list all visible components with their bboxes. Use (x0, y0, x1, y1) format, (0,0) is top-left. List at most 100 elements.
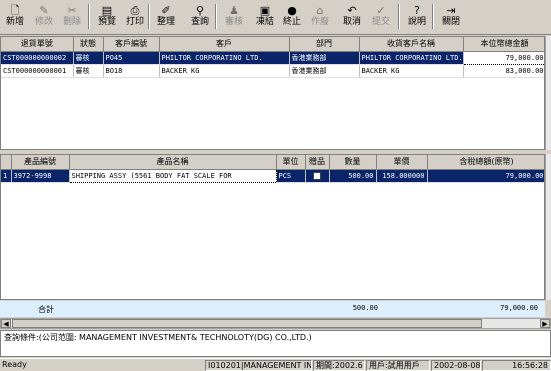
detail-cell[interactable]: 158.000000 (376, 169, 428, 183)
master-cell[interactable]: PHILTOR CORPORATINO LTD. (159, 51, 290, 65)
detail-cell[interactable]: 3972-9998 (11, 169, 70, 183)
master-cell[interactable]: 審核 (73, 51, 104, 65)
master-column-header[interactable]: 部門 (289, 37, 360, 52)
master-column-header[interactable]: 收貨客戶名稱 (359, 37, 464, 52)
toolbar-button-label: 凍結 (255, 17, 274, 27)
master-cell[interactable]: CST000000000002 (1, 51, 74, 65)
detail-column-header[interactable]: 數量 (329, 155, 377, 170)
detail-column-header[interactable]: 產品名稱 (69, 155, 277, 170)
scroll-right-icon[interactable]: ▶ (540, 319, 550, 328)
master-cell[interactable]: PO45 (103, 51, 160, 65)
master-column-header[interactable]: 客戶 (159, 37, 290, 52)
detail-table-row[interactable]: 1 3972-9998 SHIPPING ASSY (5561 BODY FAT S… (1, 168, 544, 183)
master-vscroll[interactable] (545, 36, 551, 150)
status-date: 2002-08-08 (431, 360, 481, 371)
toolbar-button-label: 關閉 (441, 17, 460, 27)
horizontal-scrollbar[interactable]: ◀ ▶ (0, 318, 551, 329)
toolbar-button-label: 預覽 (97, 17, 116, 27)
status-user: 用戶:試用用戶 (366, 360, 430, 371)
toolbar-separator (432, 4, 434, 29)
detail-cell[interactable]: PCS (276, 169, 306, 183)
toolbar-button-10[interactable]: ⌂ 作廢 (307, 3, 333, 31)
scroll-thumb[interactable] (12, 319, 482, 328)
help-icon: ? (414, 4, 420, 17)
toolbar-button-label: 取消 (342, 17, 361, 27)
toolbar-button-label: 新增 (5, 17, 24, 27)
lock-icon: ▣ (259, 4, 271, 17)
toolbar-button-6[interactable]: ⚲ 查詢 (187, 3, 213, 31)
totals-label: 合計 (38, 305, 54, 314)
master-table-row[interactable]: CST000000000001 審核 BO18 BACKER KG 香港業務部 BACKE… (1, 64, 544, 78)
scroll-left-icon[interactable]: ◀ (1, 319, 11, 328)
gift-checkbox[interactable] (313, 171, 321, 180)
toolbar-button-14[interactable]: ⇥ 關閉 (438, 3, 464, 31)
master-cell[interactable]: CST000000000001 (1, 64, 74, 78)
detail-table: 產品編號 產品名稱 單位 贈品 數量 單價 含稅總額(原幣) 1 3972-9998 SHIPP… (1, 155, 544, 183)
toolbar-button-13[interactable]: ? 說明 (404, 3, 430, 31)
toolbar-button-7[interactable]: ♟ 審核 (221, 3, 247, 31)
detail-column-header[interactable]: 單價 (376, 155, 428, 170)
master-cell[interactable]: 香港業務部 (289, 51, 360, 65)
detail-grid: 產品編號 產品名稱 單位 贈品 數量 單價 含稅總額(原幣) 1 3972-9998 SHIPP… (0, 154, 545, 300)
toolbar-button-label: 作廢 (310, 17, 329, 27)
toolbar-button-label: 打印 (125, 17, 144, 27)
toolbar-button-label: 說明 (407, 17, 426, 27)
detail-cell[interactable]: 79,000.00 (427, 169, 544, 183)
toolbar-button-5[interactable]: ✐ 整理 (153, 3, 179, 31)
master-cell[interactable]: BACKER KG (359, 64, 464, 78)
row-indicator-header (1, 155, 12, 170)
detail-cell[interactable]: SHIPPING ASSY (5561 BODY FAT SCALE FOR (68, 168, 277, 183)
toolbar-button-1[interactable]: ✎ 修改 (31, 3, 57, 31)
toolbar-button-label: 查詢 (190, 17, 209, 27)
binoculars-icon: ⚲ (195, 4, 205, 17)
totals-row: 合計 500.00 79,000.00 (0, 301, 545, 317)
toolbar-separator (215, 4, 217, 29)
detail-column-header[interactable]: 單位 (276, 155, 306, 170)
detail-column-header[interactable]: 贈品 (305, 155, 330, 170)
master-table-row[interactable]: CST000000000002 審核 PO45 PHILTOR CORPORATINO… (1, 50, 544, 65)
master-grid: 退貨單號 狀態 客戶編號 客戶 部門 收貨客戶名稱 本位幣總金額 CST0000000000… (0, 36, 545, 150)
status-bar: Ready I010201|MANAGEMENT INVEST 期間:2002.… (0, 358, 551, 371)
master-cell[interactable]: 83,000.00 (463, 64, 544, 78)
detail-column-header[interactable]: 含稅總額(原幣) (427, 155, 544, 170)
toolbar-button-2[interactable]: ✂ 刪除 (59, 3, 85, 31)
edit-icon: ✎ (39, 4, 49, 17)
toolbar-button-label: 審核 (224, 17, 243, 27)
toolbar-button-9[interactable]: ● 終止 (279, 3, 305, 31)
toolbar-button-8[interactable]: ▣ 凍結 (252, 3, 278, 31)
exit-icon: ⇥ (446, 4, 456, 17)
master-column-header[interactable]: 狀態 (73, 37, 104, 52)
master-column-header[interactable]: 退貨單號 (1, 37, 74, 52)
toolbar-button-4[interactable]: ⎙ 打印 (122, 3, 148, 31)
master-cell[interactable]: BACKER KG (159, 64, 290, 78)
master-cell[interactable]: PHILTOR CORPORATINO LTD. (359, 51, 464, 65)
master-table: 退貨單號 狀態 客戶編號 客戶 部門 收貨客戶名稱 本位幣總金額 CST0000000000… (1, 37, 544, 78)
detail-vscroll[interactable] (545, 154, 551, 300)
master-column-header[interactable]: 本位幣總金額 (463, 37, 544, 52)
master-cell[interactable]: 香港業務部 (289, 64, 360, 78)
new-doc-icon: 🗋 (10, 4, 20, 17)
master-cell[interactable]: 審核 (73, 64, 104, 78)
toolbar-button-0[interactable]: 🗋 新增 (2, 3, 28, 31)
master-cell[interactable]: 79,000.00 (462, 50, 544, 65)
gift-checkbox-cell[interactable] (305, 169, 330, 183)
toolbar-button-label: 終止 (282, 17, 301, 27)
tidy-icon: ✐ (161, 4, 171, 17)
stop-icon: ● (287, 4, 297, 17)
toolbar: 🗋 新增 ✎ 修改 ✂ 刪除 ▤ 預覽 ⎙ 打印 ✐ 整理 ⚲ 查詢 ♟ 審核 ▣ 凍結 ● 終止 ⌂ 作廢 ↶ 取消 ✓ 提交?… (0, 0, 551, 35)
toolbar-button-3[interactable]: ▤ 預覽 (94, 3, 120, 31)
toolbar-button-12[interactable]: ✓ 提交 (368, 3, 394, 31)
cut-icon: ✂ (67, 4, 77, 17)
status-company: I010201|MANAGEMENT INVEST (205, 360, 312, 371)
submit-icon: ✓ (376, 4, 386, 17)
approve-icon: ♟ (229, 4, 239, 17)
query-condition-text: 查詢條件:(公司范圍: MANAGEMENT INVESTMENT& TECHN… (4, 333, 312, 342)
master-column-header[interactable]: 客戶編號 (103, 37, 160, 52)
master-cell[interactable]: BO18 (103, 64, 160, 78)
toolbar-button-11[interactable]: ↶ 取消 (339, 3, 365, 31)
detail-column-header[interactable]: 產品編號 (11, 155, 70, 170)
query-condition-box: 查詢條件:(公司范圍: MANAGEMENT INVESTMENT& TECHN… (0, 330, 551, 357)
undo-icon: ↶ (347, 4, 357, 17)
detail-cell[interactable]: 500.00 (329, 169, 377, 183)
row-number-cell[interactable]: 1 (1, 169, 12, 183)
